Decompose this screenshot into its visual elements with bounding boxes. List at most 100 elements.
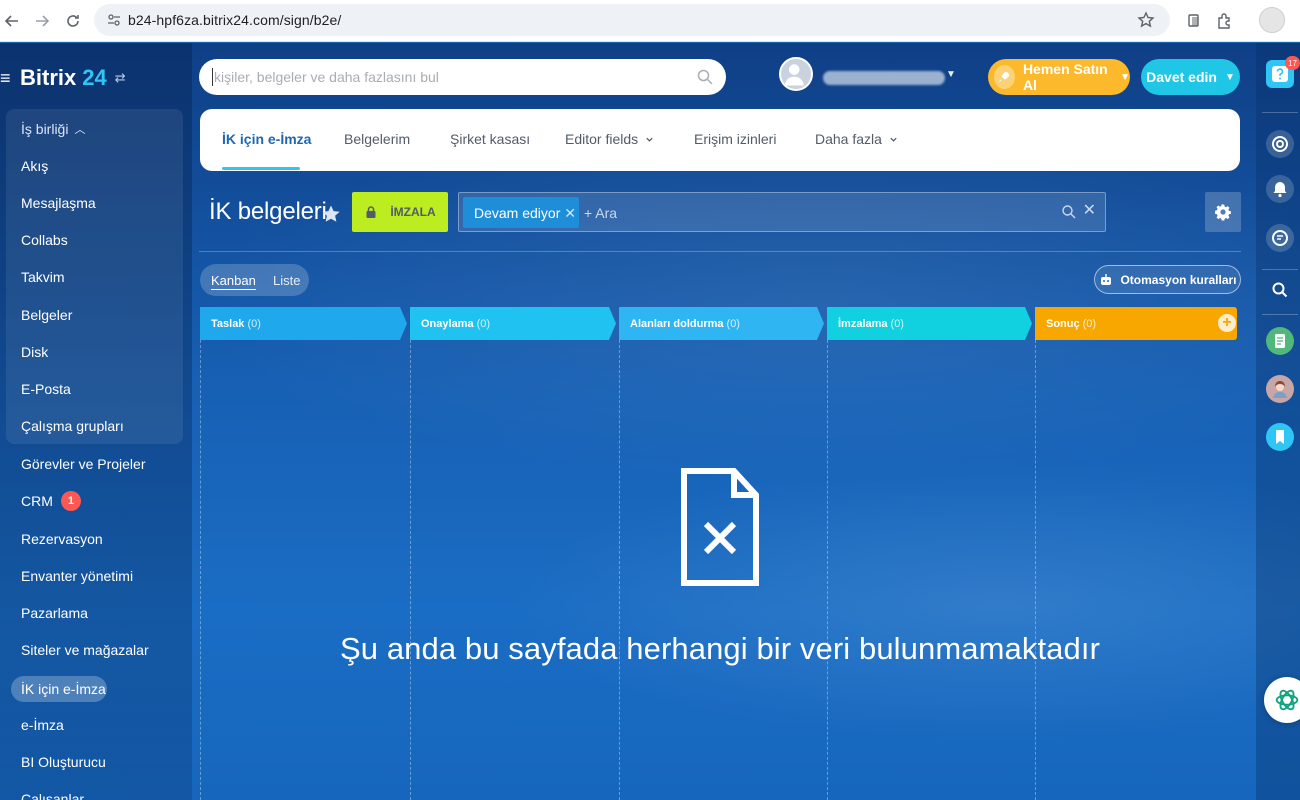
sign-label: İMZALA xyxy=(390,205,436,219)
forward-icon[interactable] xyxy=(32,11,52,31)
active-tab-underline xyxy=(222,167,300,170)
search-input[interactable]: kişiler, belgeler ve daha fazlasını bul xyxy=(214,69,439,85)
sidebar-item-label: e-İmza xyxy=(21,717,64,733)
switch-icon[interactable]: ⇄ xyxy=(115,70,126,86)
notifications-button[interactable] xyxy=(1266,175,1294,203)
sidebar-item-calendar[interactable]: Takvim xyxy=(21,267,65,287)
remove-filter-icon[interactable]: ✕ xyxy=(564,205,576,222)
empty-state-message: Şu anda bu sayfada herhangi bir veri bul… xyxy=(340,631,1100,666)
tab-hr-esign[interactable]: İK için e-İmza xyxy=(222,131,311,147)
kanban-stage-4[interactable]: İmzalama (0) xyxy=(827,307,1032,340)
filter-chip[interactable]: Devam ediyor ✕ xyxy=(463,197,579,228)
rocket-icon xyxy=(994,65,1015,89)
crm-counter-badge: 1 xyxy=(60,491,81,511)
filter-search-box[interactable]: Devam ediyor ✕ + Ara ✕ xyxy=(458,192,1106,232)
sidebar-item-esign[interactable]: e-İmza xyxy=(21,715,64,735)
automation-label: Otomasyon kuralları xyxy=(1120,272,1237,287)
sidebar-item-sites[interactable]: Siteler ve mağazalar xyxy=(21,640,149,660)
sidebar-item-hr-esign[interactable]: İK için e-İmza xyxy=(21,679,106,699)
tab-my-documents[interactable]: Belgelerim xyxy=(344,131,410,147)
kanban-column xyxy=(619,340,620,800)
sidebar-item-collabs[interactable]: Collabs xyxy=(21,230,68,250)
user-avatar[interactable] xyxy=(779,57,813,91)
kanban-stage-3[interactable]: Alanları doldurma (0) xyxy=(619,307,824,340)
tab-editor-fields[interactable]: Editor fields xyxy=(565,131,654,147)
sidebar-item-disk[interactable]: Disk xyxy=(21,342,48,362)
stage-name: Sonuç xyxy=(1046,317,1080,330)
sign-button[interactable]: İMZALA xyxy=(352,192,448,232)
kanban-stage-5[interactable]: Sonuç (0) xyxy=(1035,307,1237,340)
sidebar-item-tasks[interactable]: Görevler ve Projeler xyxy=(21,454,146,474)
user-silhouette-icon xyxy=(784,64,804,86)
sidebar-item-email[interactable]: E-Posta xyxy=(21,379,71,399)
page-title: İK belgeleri xyxy=(209,198,327,225)
stage-name: İmzalama xyxy=(838,317,888,330)
sidebar-item-employees[interactable]: Çalışanlar xyxy=(21,789,84,800)
buy-now-button[interactable]: Hemen Satın Al ▼ xyxy=(988,59,1130,95)
bookmarks-button[interactable] xyxy=(1266,423,1294,451)
bitrix-app: ≡ Bitrix 24 ⇄ İş birliği ︿ Akış Mesajlaşm… xyxy=(0,43,1300,800)
favorite-star-icon[interactable] xyxy=(320,203,342,225)
chevron-down-icon xyxy=(646,137,653,142)
logo-text: Bitrix xyxy=(20,65,77,90)
tab-label: Şirket kasası xyxy=(450,131,531,147)
tab-label: Erişim izinleri xyxy=(694,131,777,147)
kanban-stage-2[interactable]: Onaylama (0) xyxy=(410,307,616,340)
sidebar-item-label: E-Posta xyxy=(21,381,71,397)
sidebar-item-documents[interactable]: Belgeler xyxy=(21,305,72,325)
view-switcher: Kanban Liste xyxy=(200,264,309,296)
view-list[interactable]: Liste xyxy=(273,273,300,288)
global-search[interactable]: kişiler, belgeler ve daha fazlasını bul xyxy=(199,59,726,95)
sidebar-item-booking[interactable]: Rezervasyon xyxy=(21,529,103,549)
invite-button[interactable]: Davet edin ▼ xyxy=(1141,59,1240,95)
copilot-button[interactable] xyxy=(1266,130,1294,158)
add-stage-button[interactable]: + xyxy=(1218,314,1236,332)
back-icon[interactable] xyxy=(2,11,22,31)
bookmark-icon xyxy=(1276,430,1284,444)
extension-copy-icon[interactable] xyxy=(1184,11,1204,31)
search-icon[interactable] xyxy=(696,68,714,86)
user-name-blurred[interactable] xyxy=(823,71,945,85)
sidebar-item-label: Collabs xyxy=(21,232,68,248)
tab-company-vault[interactable]: Şirket kasası xyxy=(450,131,530,147)
sidebar-item-marketing[interactable]: Pazarlama xyxy=(21,603,88,623)
kanban-stage-1[interactable]: Taslak (0) xyxy=(200,307,407,340)
bookmark-star-icon[interactable] xyxy=(1136,10,1156,30)
copilot-icon xyxy=(1272,136,1288,152)
reload-icon[interactable] xyxy=(63,11,83,31)
app-shortcut-button[interactable] xyxy=(1266,327,1294,355)
user-menu-caret-icon[interactable]: ▼ xyxy=(946,69,956,80)
search-icon[interactable] xyxy=(1061,204,1077,220)
tab-access-permissions[interactable]: Erişim izinleri xyxy=(694,131,776,147)
extensions-puzzle-icon[interactable] xyxy=(1215,11,1235,31)
search-icon xyxy=(1272,282,1288,298)
tab-more[interactable]: Daha fazla xyxy=(815,131,898,147)
chat-button[interactable] xyxy=(1266,224,1294,252)
settings-button[interactable] xyxy=(1205,192,1241,232)
menu-burger-icon[interactable]: ≡ xyxy=(0,69,14,87)
sidebar-item-messaging[interactable]: Mesajlaşma xyxy=(21,193,96,213)
stage-name: Onaylama xyxy=(421,317,474,330)
sidebar-item-crm[interactable]: CRM 1 xyxy=(21,491,81,511)
sidebar-item-inventory[interactable]: Envanter yönetimi xyxy=(21,566,133,586)
bitrix-logo[interactable]: ≡ Bitrix 24 ⇄ xyxy=(0,65,126,91)
sidebar-item-bi-builder[interactable]: BI Oluşturucu xyxy=(21,752,106,772)
browser-profile-avatar[interactable] xyxy=(1259,7,1285,33)
address-bar[interactable]: b24-hpf6za.bitrix24.com/sign/b2e/ xyxy=(94,4,1170,36)
help-notification-badge: 17 xyxy=(1285,56,1300,70)
text-caret xyxy=(212,68,213,86)
filter-search-input[interactable]: + Ara xyxy=(584,205,617,221)
tab-label: Daha fazla xyxy=(815,131,882,147)
tab-label: Editor fields xyxy=(565,131,639,147)
automation-rules-button[interactable]: Otomasyon kuralları xyxy=(1094,265,1241,294)
clear-filter-icon[interactable]: ✕ xyxy=(1083,203,1096,219)
sidebar-item-workgroups[interactable]: Çalışma grupları xyxy=(21,416,124,436)
contact-avatar[interactable] xyxy=(1266,375,1294,403)
sidebar-item-akis[interactable]: Akış xyxy=(21,156,48,176)
view-kanban[interactable]: Kanban xyxy=(211,273,256,290)
sidebar-item-label: Envanter yönetimi xyxy=(21,568,134,584)
sidebar-group-header[interactable]: İş birliği ︿ xyxy=(21,119,85,139)
search-button[interactable] xyxy=(1266,276,1294,304)
site-settings-icon[interactable] xyxy=(106,12,122,28)
stage-name: Taslak xyxy=(211,317,245,330)
